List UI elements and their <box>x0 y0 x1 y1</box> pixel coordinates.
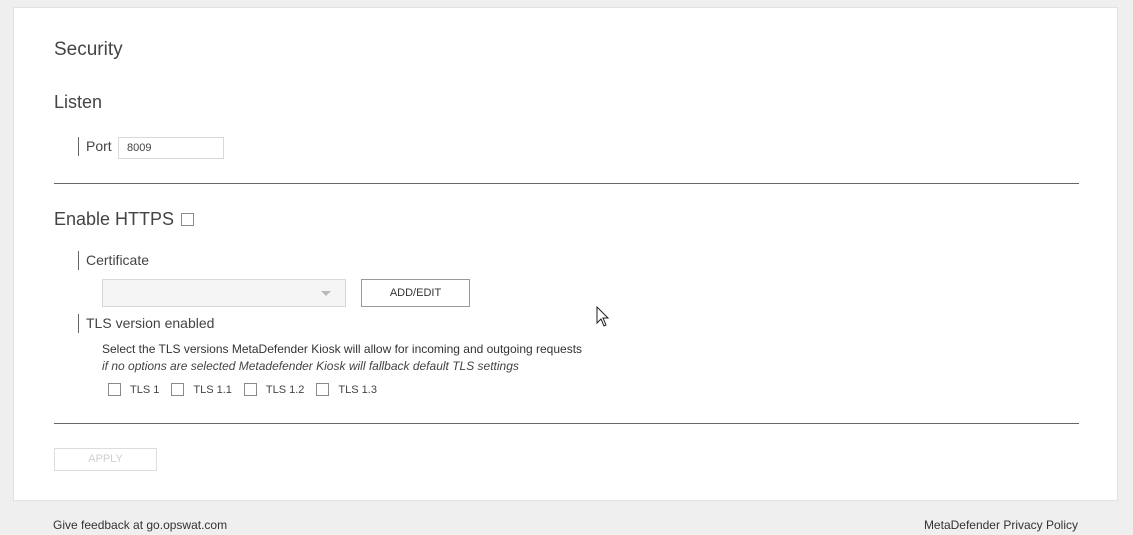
certificate-label: Certificate <box>78 251 149 270</box>
tls-options: TLS 1 TLS 1.1 TLS 1.2 TLS 1.3 <box>108 383 389 396</box>
page-title: Security <box>54 39 123 60</box>
tls-option[interactable]: TLS 1.2 <box>243 383 305 396</box>
tls-option[interactable]: TLS 1.1 <box>171 383 232 396</box>
privacy-policy-link[interactable]: MetaDefender Privacy Policy <box>924 518 1078 532</box>
tls-option[interactable]: TLS 1.3 <box>316 383 377 396</box>
chevron-down-icon <box>321 291 331 296</box>
enable-https-label: Enable HTTPS <box>54 209 175 229</box>
tls-hint: if no options are selected Metadefender … <box>102 359 519 373</box>
tls-1-3-checkbox[interactable] <box>316 383 330 396</box>
tls-option[interactable]: TLS 1 <box>108 383 159 396</box>
tls-version-label: TLS version enabled <box>78 314 214 333</box>
tls-option-label: TLS 1 <box>130 383 160 396</box>
tls-1-1-checkbox[interactable] <box>171 383 185 396</box>
tls-1-2-checkbox[interactable] <box>243 383 257 396</box>
section-divider <box>54 183 1079 184</box>
certificate-select[interactable] <box>102 279 346 307</box>
section-divider <box>54 423 1079 424</box>
apply-button[interactable]: APPLY <box>54 448 157 471</box>
tls-option-label: TLS 1.3 <box>338 383 377 396</box>
tls-1-checkbox[interactable] <box>108 383 121 396</box>
add-edit-button[interactable]: ADD/EDIT <box>361 279 470 307</box>
tls-option-label: TLS 1.2 <box>265 383 305 396</box>
tls-description: Select the TLS versions MetaDefender Kio… <box>102 342 583 356</box>
port-input[interactable]: 8009 <box>118 137 224 159</box>
listen-section-title: Listen <box>54 92 103 112</box>
settings-panel: Security Listen Port 8009 Enable HTTPS C… <box>13 7 1118 501</box>
tls-option-label: TLS 1.1 <box>193 383 232 396</box>
port-label: Port <box>78 137 112 156</box>
enable-https-checkbox[interactable] <box>181 213 195 226</box>
https-section-title: Enable HTTPS <box>54 209 195 230</box>
feedback-link[interactable]: Give feedback at go.opswat.com <box>53 518 227 532</box>
mouse-cursor-icon <box>596 306 610 327</box>
